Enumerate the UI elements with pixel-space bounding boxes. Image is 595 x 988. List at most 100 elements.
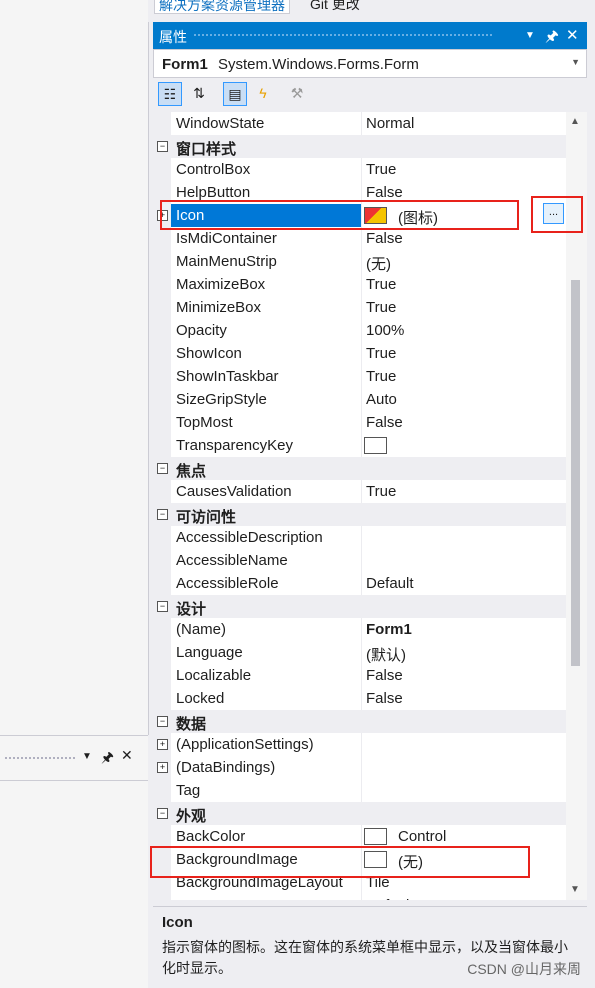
dropdown-arrow-icon[interactable]: ▼ bbox=[525, 30, 535, 41]
scroll-down-icon[interactable]: ▼ bbox=[570, 884, 580, 895]
property-name: ControlBox bbox=[176, 161, 251, 178]
row-gutter bbox=[153, 526, 171, 549]
property-row[interactable]: MinimizeBox True bbox=[153, 296, 566, 319]
row-gutter bbox=[153, 411, 171, 434]
category-row[interactable]: − 设计 bbox=[153, 595, 566, 618]
property-row[interactable]: BackColor Control bbox=[153, 825, 566, 848]
column-divider bbox=[361, 618, 362, 641]
alphabetical-icon[interactable]: ⇅ bbox=[187, 82, 211, 106]
property-name: CausesValidation bbox=[176, 483, 292, 500]
pin-icon[interactable]: 🖈 bbox=[101, 747, 114, 771]
property-value[interactable]: Default bbox=[366, 897, 414, 900]
property-row[interactable]: IsMdiContainer False bbox=[153, 227, 566, 250]
property-row[interactable]: ShowIcon True bbox=[153, 342, 566, 365]
property-value[interactable]: False bbox=[366, 667, 403, 684]
property-row[interactable]: (Name) Form1 bbox=[153, 618, 566, 641]
property-value[interactable]: (默认) bbox=[366, 644, 406, 665]
close-icon[interactable]: ✕ bbox=[566, 26, 579, 44]
events-lightning-icon[interactable]: ϟ bbox=[251, 82, 275, 106]
property-row[interactable]: TransparencyKey bbox=[153, 434, 566, 457]
property-name: IsMdiContainer bbox=[176, 230, 277, 247]
property-value[interactable]: Auto bbox=[366, 391, 397, 408]
property-row[interactable]: Opacity 100% bbox=[153, 319, 566, 342]
property-row[interactable]: AccessibleRole Default bbox=[153, 572, 566, 595]
property-row[interactable]: MaximizeBox True bbox=[153, 273, 566, 296]
tab-git-changes[interactable]: Git 更改 bbox=[306, 0, 364, 12]
property-row[interactable]: + (ApplicationSettings) bbox=[153, 733, 566, 756]
property-name: AccessibleDescription bbox=[176, 529, 323, 546]
expand-icon[interactable]: + bbox=[157, 739, 168, 750]
collapse-icon[interactable]: − bbox=[157, 808, 168, 819]
property-row[interactable]: TopMost False bbox=[153, 411, 566, 434]
pin-icon[interactable]: 🖈 bbox=[545, 26, 559, 51]
property-row[interactable]: ShowInTaskbar True bbox=[153, 365, 566, 388]
category-row[interactable]: − 可访问性 bbox=[153, 503, 566, 526]
property-name: (Name) bbox=[176, 621, 227, 638]
row-gutter bbox=[153, 273, 171, 296]
property-value[interactable]: Form1 bbox=[366, 621, 412, 638]
property-row[interactable]: CausesValidation True bbox=[153, 480, 566, 503]
left-tool-window-header: ▼ 🖈 ✕ bbox=[0, 735, 148, 781]
property-name: (DataBindings) bbox=[176, 759, 276, 776]
column-divider bbox=[361, 342, 362, 365]
property-row[interactable]: Cursor Default bbox=[153, 894, 566, 900]
row-gutter bbox=[153, 158, 171, 181]
tab-solution-explorer[interactable]: 解决方案资源管理器 bbox=[154, 0, 290, 14]
property-row[interactable]: Language (默认) bbox=[153, 641, 566, 664]
categorized-icon[interactable]: ☷ bbox=[158, 82, 182, 106]
row-gutter bbox=[153, 342, 171, 365]
scroll-thumb[interactable] bbox=[571, 280, 580, 666]
property-value[interactable]: Normal bbox=[366, 115, 414, 132]
column-divider bbox=[361, 296, 362, 319]
property-value[interactable]: False bbox=[366, 184, 403, 201]
object-selector[interactable]: Form1 System.Windows.Forms.Form ▼ bbox=[153, 49, 587, 78]
property-name: MinimizeBox bbox=[176, 299, 262, 316]
column-divider bbox=[361, 480, 362, 503]
property-value[interactable]: Control bbox=[398, 828, 446, 845]
property-value[interactable]: False bbox=[366, 690, 403, 707]
property-value[interactable]: False bbox=[366, 230, 403, 247]
property-row[interactable]: WindowState Normal bbox=[153, 112, 566, 135]
category-row[interactable]: − 外观 bbox=[153, 802, 566, 825]
property-value[interactable]: True bbox=[366, 161, 396, 178]
scroll-up-icon[interactable]: ▲ bbox=[570, 116, 580, 127]
property-row[interactable]: AccessibleDescription bbox=[153, 526, 566, 549]
property-value[interactable]: False bbox=[366, 414, 403, 431]
category-row[interactable]: − 数据 bbox=[153, 710, 566, 733]
dropdown-arrow-icon[interactable]: ▼ bbox=[82, 751, 92, 762]
property-value[interactable]: True bbox=[366, 483, 396, 500]
column-divider bbox=[361, 434, 362, 457]
property-value[interactable]: (无) bbox=[366, 253, 391, 274]
property-row[interactable]: MainMenuStrip (无) bbox=[153, 250, 566, 273]
property-value[interactable]: True bbox=[366, 368, 396, 385]
properties-icon[interactable]: ▤ bbox=[223, 82, 247, 106]
close-icon[interactable]: ✕ bbox=[121, 747, 133, 764]
collapse-icon[interactable]: − bbox=[157, 601, 168, 612]
property-value[interactable]: Default bbox=[366, 575, 414, 592]
property-row[interactable]: ControlBox True bbox=[153, 158, 566, 181]
column-divider bbox=[361, 273, 362, 296]
collapse-icon[interactable]: − bbox=[157, 463, 168, 474]
category-row[interactable]: − 窗口样式 bbox=[153, 135, 566, 158]
collapse-icon[interactable]: − bbox=[157, 141, 168, 152]
property-row[interactable]: + (DataBindings) bbox=[153, 756, 566, 779]
property-row[interactable]: Tag bbox=[153, 779, 566, 802]
property-value[interactable]: 100% bbox=[366, 322, 404, 339]
property-value[interactable]: True bbox=[366, 276, 396, 293]
property-pages-wrench-icon[interactable]: ⚒ bbox=[285, 82, 309, 106]
property-row[interactable]: Localizable False bbox=[153, 664, 566, 687]
property-name: Localizable bbox=[176, 667, 252, 684]
property-value[interactable]: True bbox=[366, 299, 396, 316]
property-value[interactable]: True bbox=[366, 345, 396, 362]
collapse-icon[interactable]: − bbox=[157, 716, 168, 727]
property-row[interactable]: Locked False bbox=[153, 687, 566, 710]
expand-icon[interactable]: + bbox=[157, 762, 168, 773]
category-label: 可访问性 bbox=[176, 509, 237, 526]
property-row[interactable]: SizeGripStyle Auto bbox=[153, 388, 566, 411]
property-row[interactable]: AccessibleName bbox=[153, 549, 566, 572]
chevron-down-icon[interactable]: ▼ bbox=[571, 57, 580, 67]
row-gutter bbox=[153, 618, 171, 641]
collapse-icon[interactable]: − bbox=[157, 509, 168, 520]
highlight-box-icon-row bbox=[160, 200, 519, 230]
category-row[interactable]: − 焦点 bbox=[153, 457, 566, 480]
